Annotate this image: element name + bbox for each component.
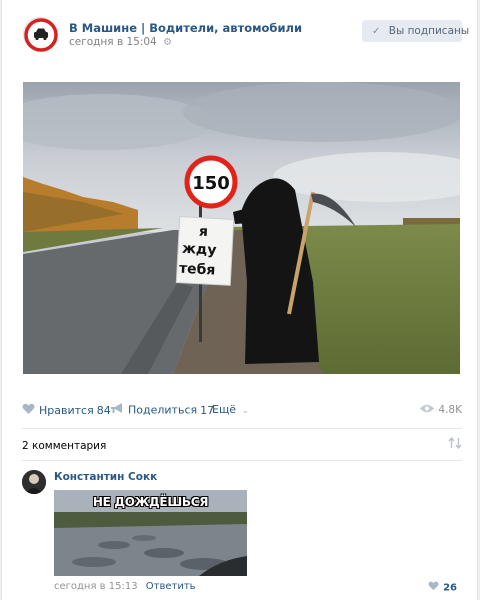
group-avatar[interactable] — [23, 17, 58, 52]
subscribed-label: Вы подписаны — [388, 25, 470, 37]
road-photo-illustration: 150 я жду тебя — [23, 82, 460, 374]
sign-text-line2: жду — [182, 241, 217, 259]
post-actions: Нравится 84 Поделиться 17 Ещё ⌄ 4.8K — [22, 403, 462, 419]
subscribed-button[interactable]: ✓ Вы подписаны — [362, 20, 469, 42]
wall-post: В Машине | Водители, автомобили сегодня … — [1, 0, 478, 600]
post-date-text[interactable]: сегодня в 15:04 — [69, 36, 157, 48]
comment-date[interactable]: сегодня в 15:13 — [54, 581, 138, 592]
comment-meta: сегодня в 15:13 Ответить — [54, 581, 196, 592]
share-label: Поделиться — [128, 403, 198, 417]
comment-like-count: 26 — [443, 582, 457, 594]
more-button[interactable]: Ещё ⌄ — [212, 403, 249, 418]
megaphone-icon — [111, 403, 124, 418]
views-count: 4.8K — [438, 404, 462, 416]
reply-link[interactable]: Ответить — [146, 581, 196, 592]
chevron-down-icon: ⌄ — [241, 406, 250, 416]
more-label: Ещё — [212, 403, 237, 416]
eye-icon — [420, 403, 435, 417]
check-icon: ✓ — [372, 26, 381, 37]
heart-icon — [22, 403, 35, 419]
share-button[interactable]: Поделиться 17 — [111, 403, 214, 418]
sign-text-line3: тебя — [179, 261, 216, 279]
sign-text-line1: я — [199, 224, 209, 240]
like-count: 84 — [96, 404, 111, 417]
post-date: сегодня в 15:04 ⚙ — [69, 36, 172, 48]
heart-icon — [428, 581, 439, 594]
views-counter: 4.8K — [420, 403, 462, 417]
gear-icon[interactable]: ⚙ — [163, 37, 172, 48]
comment-author-link[interactable]: Константин Сокк — [54, 471, 157, 483]
sort-arrows-icon[interactable] — [448, 436, 462, 452]
divider — [22, 428, 462, 429]
post-photo[interactable]: 150 я жду тебя — [23, 82, 460, 374]
comments-count: 2 комментария — [22, 440, 107, 452]
comment-like-button[interactable]: 26 — [428, 581, 457, 594]
avatar[interactable] — [22, 470, 46, 494]
group-name-link[interactable]: В Машине | Водители, автомобили — [69, 21, 302, 35]
speed-sign-text: 150 — [192, 173, 230, 194]
comment-image[interactable]: НЕ ДОЖДЁШЬСЯ — [54, 490, 247, 576]
divider — [22, 460, 462, 461]
like-label: Нравится — [39, 404, 94, 417]
like-button[interactable]: Нравится 84 — [22, 403, 111, 419]
no-car-sign-icon — [24, 18, 58, 52]
comment-image-caption: НЕ ДОЖДЁШЬСЯ — [92, 495, 209, 509]
